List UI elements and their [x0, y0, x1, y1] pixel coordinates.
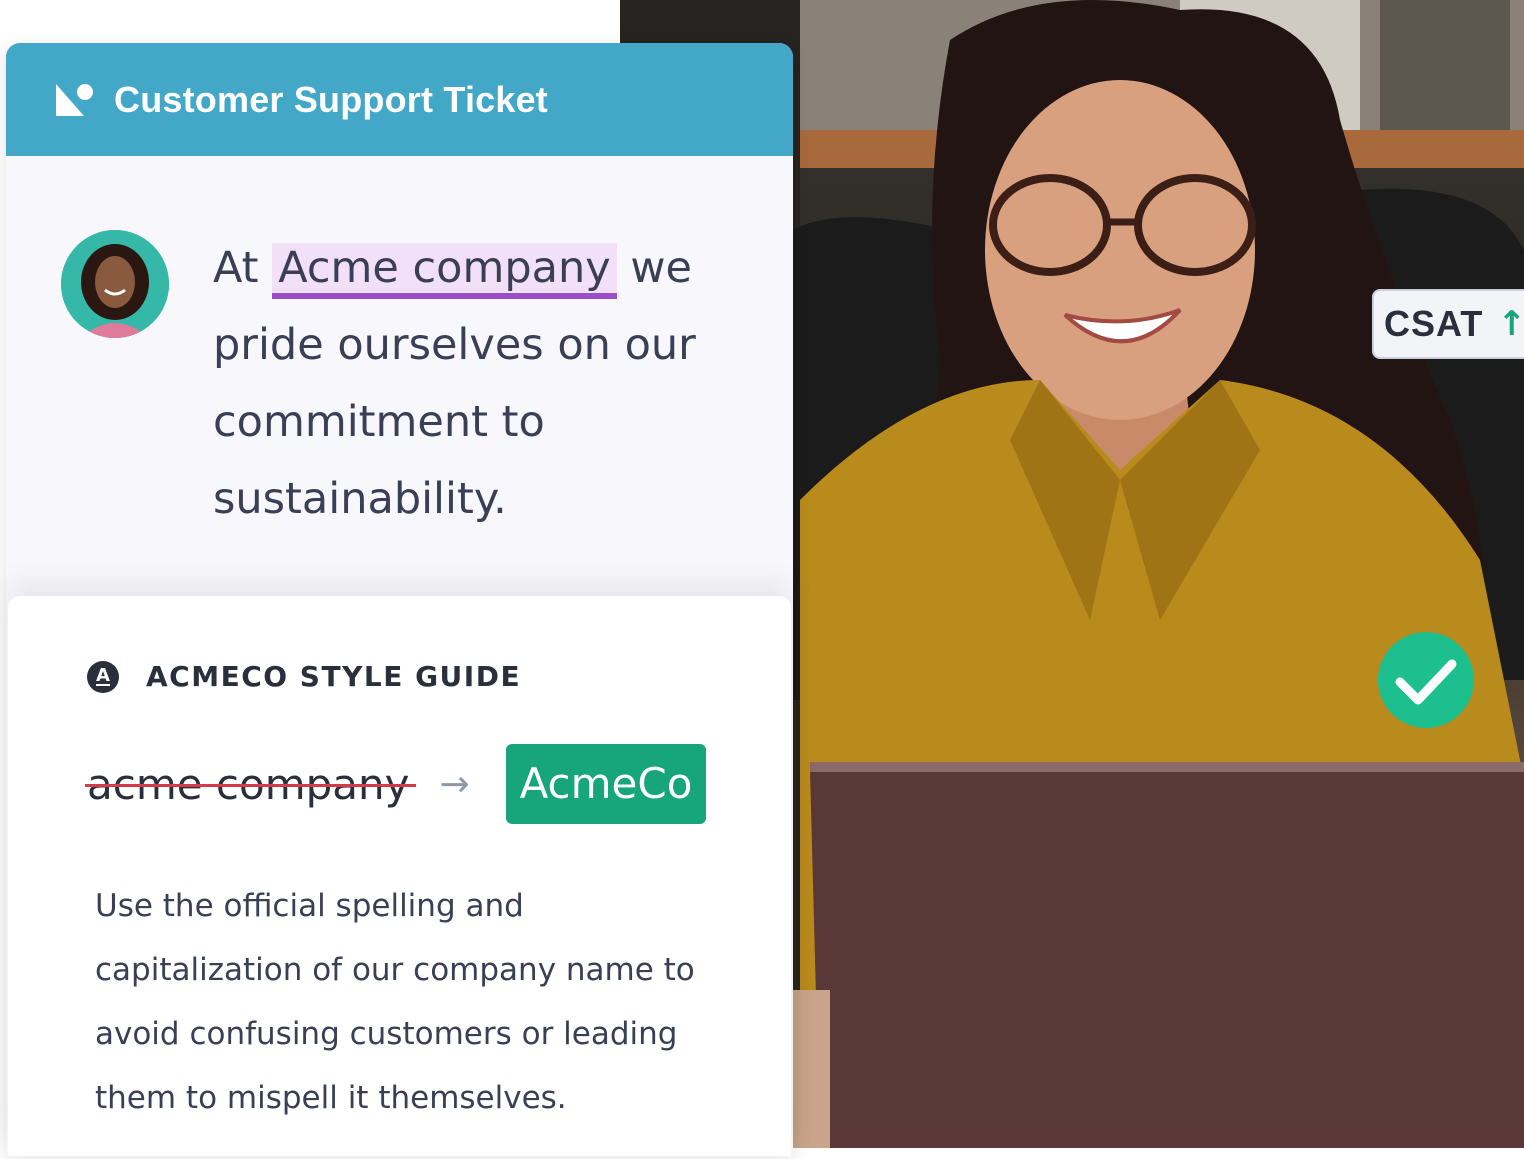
ticket-header: Customer Support Ticket	[6, 43, 793, 156]
highlighted-term[interactable]: Acme company	[272, 243, 617, 299]
style-guide-header: A ACMECO STYLE GUIDE	[87, 660, 521, 693]
ticket-title: Customer Support Ticket	[114, 78, 548, 120]
csat-badge: CSAT ↑	[1372, 289, 1524, 359]
incorrect-term: acme company	[85, 759, 416, 809]
message-text-before: At	[213, 243, 273, 293]
style-guide-icon: A	[87, 660, 119, 693]
csat-label: CSAT	[1384, 303, 1484, 344]
brand-logo-icon	[56, 83, 93, 116]
style-guide-title: ACMECO STYLE GUIDE	[146, 660, 522, 693]
correct-term-suggestion[interactable]: AcmeCo	[506, 744, 706, 824]
arrow-up-icon: ↑	[1497, 304, 1524, 344]
user-avatar	[61, 230, 169, 338]
style-guide-card: A ACMECO STYLE GUIDE acme company → Acme…	[8, 596, 791, 1156]
style-guide-description: Use the official spelling and capitaliza…	[95, 888, 695, 1116]
arrow-right-icon: →	[439, 763, 470, 805]
checkmark-icon	[1378, 632, 1474, 728]
message-text: At Acme company we pride ourselves on ou…	[213, 230, 733, 538]
term-replacement-row: acme company → AcmeCo	[85, 744, 727, 824]
